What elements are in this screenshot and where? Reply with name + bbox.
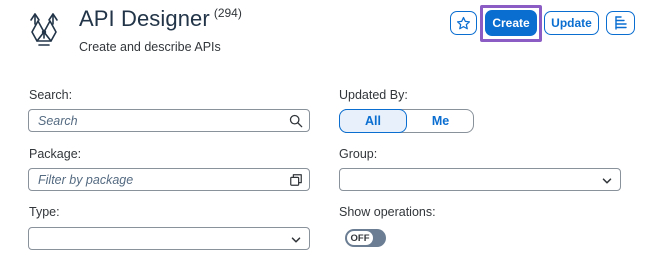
page-title-group: API Designer (294) [79, 6, 242, 32]
pen-nib-arrows-icon [24, 10, 64, 50]
updated-by-segmented: All Me [339, 109, 474, 133]
update-button[interactable]: Update [544, 11, 599, 35]
chevron-down-icon[interactable] [600, 174, 614, 188]
show-operations-toggle[interactable]: OFF [345, 229, 386, 247]
favorite-button[interactable] [450, 11, 477, 35]
updated-by-label: Updated By: [339, 88, 408, 102]
type-label: Type: [29, 205, 60, 219]
search-icon[interactable] [289, 114, 303, 128]
segment-all[interactable]: All [339, 109, 407, 133]
group-label: Group: [339, 147, 378, 161]
value-help-icon[interactable] [289, 173, 303, 187]
package-label: Package: [29, 147, 82, 161]
page-subtitle: Create and describe APIs [79, 40, 221, 54]
search-placeholder: Search [38, 114, 78, 128]
page-title: API Designer [79, 6, 210, 31]
group-select[interactable] [339, 168, 621, 191]
list-settings-icon [614, 16, 627, 30]
search-input[interactable]: Search [28, 109, 310, 132]
chevron-down-icon[interactable] [289, 233, 303, 247]
toggle-state: OFF [346, 230, 374, 246]
search-label: Search: [29, 88, 73, 102]
package-input[interactable]: Filter by package [28, 168, 310, 191]
type-select[interactable] [28, 227, 310, 250]
item-count: (294) [213, 6, 242, 20]
star-icon [456, 16, 471, 29]
show-operations-label: Show operations: [339, 205, 436, 219]
settings-button[interactable] [606, 11, 635, 35]
create-button[interactable]: Create [485, 10, 537, 36]
package-placeholder: Filter by package [38, 173, 134, 187]
segment-me[interactable]: Me [408, 110, 473, 132]
